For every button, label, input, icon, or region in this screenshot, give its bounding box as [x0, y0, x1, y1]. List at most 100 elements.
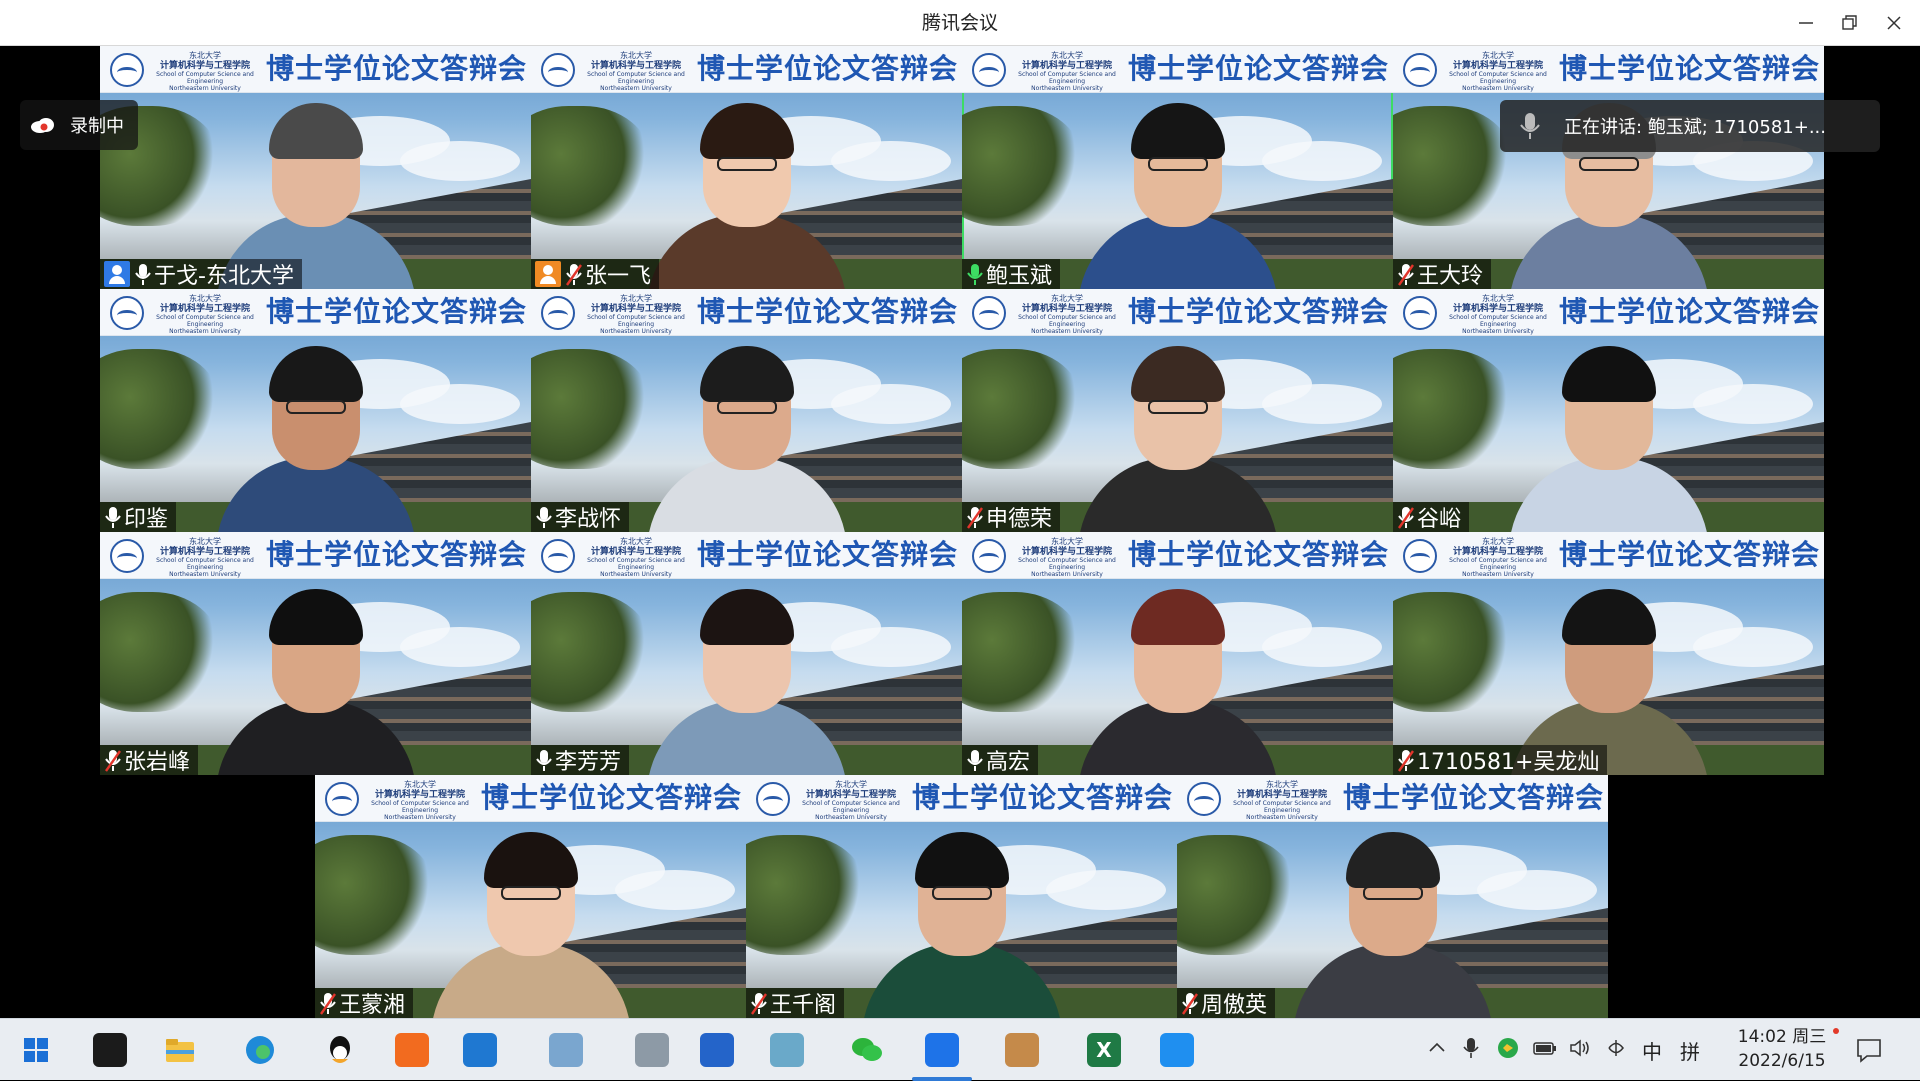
meeting-banner: 东北大学 计算机科学与工程学院 School of Computer Science… [962, 289, 1393, 336]
banner-university-en: Northeastern University [169, 328, 241, 335]
participant-hair [699, 103, 794, 159]
clock-time: 14:02 周三 [1737, 1027, 1827, 1047]
participant-hair [1130, 103, 1225, 159]
banner-university: 东北大学 [1051, 51, 1083, 60]
participant-tile[interactable]: 东北大学 计算机科学与工程学院 School of Computer Science… [1177, 775, 1608, 1018]
close-button[interactable] [1872, 0, 1916, 46]
participant-tile[interactable]: 东北大学 计算机科学与工程学院 School of Computer Science… [1393, 289, 1824, 532]
banner-department-en: School of Computer Science and Engineeri… [1233, 800, 1331, 814]
scanner-icon[interactable] [544, 1028, 588, 1072]
participant-tile[interactable]: 东北大学 计算机科学与工程学院 School of Computer Science… [1393, 532, 1824, 775]
banner-department-en: School of Computer Science and Engineeri… [1018, 314, 1116, 328]
microphone-icon [966, 747, 984, 773]
ime-settings-icon[interactable] [1604, 1036, 1630, 1064]
restore-button[interactable] [1828, 0, 1872, 46]
gear-tool-icon[interactable] [630, 1028, 674, 1072]
banner-department-cn: 计算机科学与工程学院 [1452, 547, 1543, 557]
windows-start-icon[interactable] [14, 1028, 58, 1072]
university-logo-icon [110, 296, 144, 330]
participant-tile[interactable]: 东北大学 计算机科学与工程学院 School of Computer Science… [1393, 46, 1824, 289]
participant-tile[interactable]: 东北大学 计算机科学与工程学院 School of Computer Science… [315, 775, 746, 1018]
banner-university: 东北大学 [189, 51, 221, 60]
powershell-icon[interactable] [695, 1028, 739, 1072]
participant-name: 张一飞 [585, 264, 652, 289]
participant-tile[interactable]: 东北大学 计算机科学与工程学院 School of Computer Science… [962, 289, 1393, 532]
banner-department: 东北大学 计算机科学与工程学院 School of Computer Science… [150, 537, 260, 578]
banner-university: 东北大学 [189, 537, 221, 546]
banner-department-en: School of Computer Science and Engineeri… [1018, 71, 1116, 85]
banner-university: 东北大学 [189, 294, 221, 303]
minimize-button[interactable] [1784, 0, 1828, 46]
banner-department-cn: 计算机科学与工程学院 [159, 547, 250, 557]
participant-tile[interactable]: 东北大学 计算机科学与工程学院 School of Computer Science… [962, 46, 1393, 289]
participant-hair [1561, 346, 1656, 402]
battery-icon[interactable] [1532, 1038, 1558, 1062]
banner-title: 博士学位论文答辩会 [697, 52, 959, 85]
tencent-meeting-icon[interactable] [912, 1028, 972, 1081]
participant-tile[interactable]: 东北大学 计算机科学与工程学院 School of Computer Science… [746, 775, 1177, 1018]
participant-nametag: 谷峪 [1393, 502, 1470, 532]
participant-tile[interactable]: 东北大学 计算机科学与工程学院 School of Computer Science… [531, 532, 962, 775]
university-logo-icon [110, 539, 144, 573]
microphone-icon [535, 504, 553, 530]
glasses-shape [1362, 886, 1423, 900]
recording-indicator[interactable]: 录制中 [20, 100, 138, 150]
edge-browser-icon[interactable] [238, 1028, 282, 1072]
tiles-app-icon[interactable] [458, 1028, 502, 1072]
banner-department-en: School of Computer Science and Engineeri… [1449, 71, 1547, 85]
participant-name: 王大玲 [1417, 264, 1484, 289]
participant-tile[interactable]: 东北大学 计算机科学与工程学院 School of Computer Science… [531, 46, 962, 289]
notification-dot [1833, 1028, 1839, 1034]
notification-center-icon[interactable] [1855, 1037, 1883, 1067]
wechat-icon[interactable] [845, 1028, 889, 1072]
participant-name: 申德荣 [986, 507, 1053, 532]
qq-icon[interactable] [318, 1028, 362, 1072]
participant-nametag: 王蒙湘 [315, 988, 414, 1018]
banner-university: 东北大学 [835, 780, 867, 789]
banner-department-en: School of Computer Science and Engineeri… [802, 800, 900, 814]
participant-tile[interactable]: 东北大学 计算机科学与工程学院 School of Computer Science… [100, 46, 531, 289]
participant-nametag: 王大玲 [1393, 259, 1492, 289]
notes-icon[interactable] [765, 1028, 809, 1072]
meeting-banner: 东北大学 计算机科学与工程学院 School of Computer Science… [531, 46, 962, 93]
university-logo-icon [1403, 53, 1437, 87]
file-explorer-icon[interactable] [158, 1028, 202, 1072]
banner-department: 东北大学 计算机科学与工程学院 School of Computer Science… [1012, 294, 1122, 335]
banner-title: 博士学位论文答辩会 [1559, 52, 1821, 85]
chevron-up-icon[interactable] [1426, 1037, 1452, 1063]
feishu-icon[interactable] [1155, 1028, 1199, 1072]
meeting-banner: 东北大学 计算机科学与工程学院 School of Computer Science… [100, 289, 531, 336]
banner-department-cn: 计算机科学与工程学院 [374, 790, 465, 800]
ime-language[interactable]: 中 [1642, 1036, 1668, 1065]
participant-tile[interactable]: 东北大学 计算机科学与工程学院 School of Computer Science… [100, 289, 531, 532]
banner-title: 博士学位论文答辩会 [697, 538, 959, 571]
paint-icon[interactable] [1000, 1028, 1044, 1072]
participant-nametag: 周傲英 [1177, 988, 1276, 1018]
microphone-icon [966, 261, 984, 287]
banner-title: 博士学位论文答辩会 [1128, 52, 1390, 85]
banner-department-en: School of Computer Science and Engineeri… [1449, 314, 1547, 328]
university-logo-icon [541, 296, 575, 330]
office-icon[interactable] [390, 1028, 434, 1072]
participant-name: 李芳芳 [555, 750, 622, 775]
banner-university: 东北大学 [1266, 780, 1298, 789]
ime-mode[interactable]: 拼 [1680, 1036, 1710, 1065]
participant-hair [1345, 832, 1440, 888]
pinwheel-icon[interactable] [88, 1028, 132, 1072]
clock[interactable]: 14:02 周三 2022/6/15 [1734, 1025, 1830, 1073]
microphone-tray-icon[interactable] [1460, 1036, 1486, 1064]
security-tray-icon[interactable] [1496, 1036, 1522, 1064]
banner-university-en: Northeastern University [1031, 571, 1103, 578]
university-logo-icon [325, 782, 359, 816]
volume-icon[interactable] [1568, 1037, 1594, 1063]
banner-department: 东北大学 计算机科学与工程学院 School of Computer Science… [1012, 537, 1122, 578]
participant-tile[interactable]: 东北大学 计算机科学与工程学院 School of Computer Science… [531, 289, 962, 532]
participant-tile[interactable]: 东北大学 计算机科学与工程学院 School of Computer Science… [100, 532, 531, 775]
banner-department-cn: 计算机科学与工程学院 [1452, 304, 1543, 314]
excel-icon[interactable]: X [1082, 1028, 1126, 1072]
banner-department: 东北大学 计算机科学与工程学院 School of Computer Science… [1012, 51, 1122, 92]
participant-tile[interactable]: 东北大学 计算机科学与工程学院 School of Computer Science… [962, 532, 1393, 775]
banner-university-en: Northeastern University [1031, 85, 1103, 92]
participant-name: 张岩峰 [124, 750, 191, 775]
glasses-shape [1147, 157, 1208, 171]
